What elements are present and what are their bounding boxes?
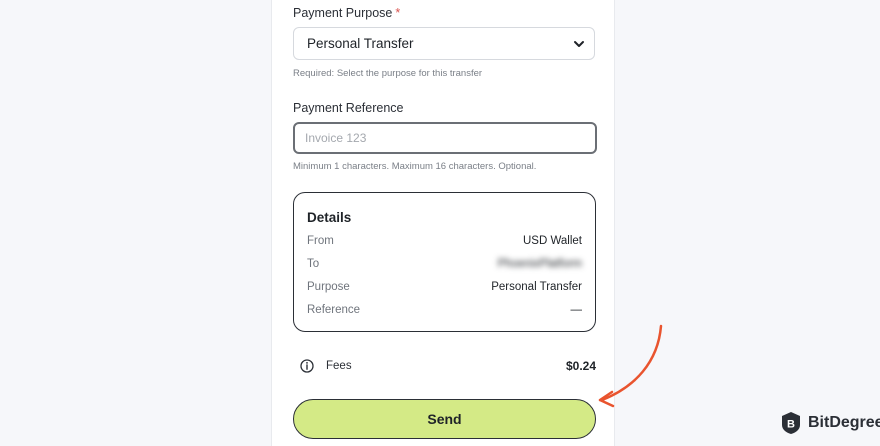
annotation-arrow <box>598 324 663 408</box>
details-row-purpose: Purpose Personal Transfer <box>307 281 582 293</box>
required-marker: * <box>395 6 401 20</box>
bitdegree-logo-text: BitDegree <box>808 414 880 431</box>
details-row-reference: Reference — <box>307 304 582 316</box>
bitdegree-watermark: B BitDegree <box>780 411 880 435</box>
info-icon[interactable] <box>300 359 314 373</box>
chevron-down-icon <box>574 40 584 47</box>
send-button[interactable]: Send <box>293 399 596 439</box>
payment-purpose-hint: Required: Select the purpose for this tr… <box>293 68 483 79</box>
payment-reference-field[interactable] <box>293 122 597 154</box>
fees-label: Fees <box>326 360 352 372</box>
payment-purpose-value: Personal Transfer <box>307 36 414 51</box>
details-title: Details <box>307 210 352 225</box>
payment-reference-input[interactable] <box>305 131 585 145</box>
details-value: USD Wallet <box>523 235 582 247</box>
details-card: Details From USD Wallet To PhoenixPlatfo… <box>293 192 596 332</box>
fees-row: Fees $0.24 <box>300 357 596 375</box>
payment-purpose-label: Payment Purpose * <box>293 6 401 20</box>
details-value: Personal Transfer <box>491 281 582 293</box>
details-key: From <box>307 235 334 247</box>
details-key: Purpose <box>307 281 350 293</box>
payment-reference-label: Payment Reference <box>293 101 404 115</box>
svg-text:B: B <box>787 419 795 431</box>
details-row-from: From USD Wallet <box>307 235 582 247</box>
recipient-name-blurred: PhoenixPlatform <box>497 258 582 270</box>
bitdegree-logo-icon: B <box>782 412 800 434</box>
details-value: — <box>570 304 583 316</box>
details-key: Reference <box>307 304 361 316</box>
details-row-to: To PhoenixPlatform <box>307 258 582 270</box>
details-key: To <box>307 258 320 270</box>
payment-reference-hint: Minimum 1 characters. Maximum 16 charact… <box>293 161 537 172</box>
payment-purpose-select[interactable]: Personal Transfer <box>293 27 595 60</box>
transfer-form-panel: Payment Purpose * Personal Transfer Requi… <box>271 0 615 446</box>
fees-label-group: Fees <box>300 359 352 373</box>
